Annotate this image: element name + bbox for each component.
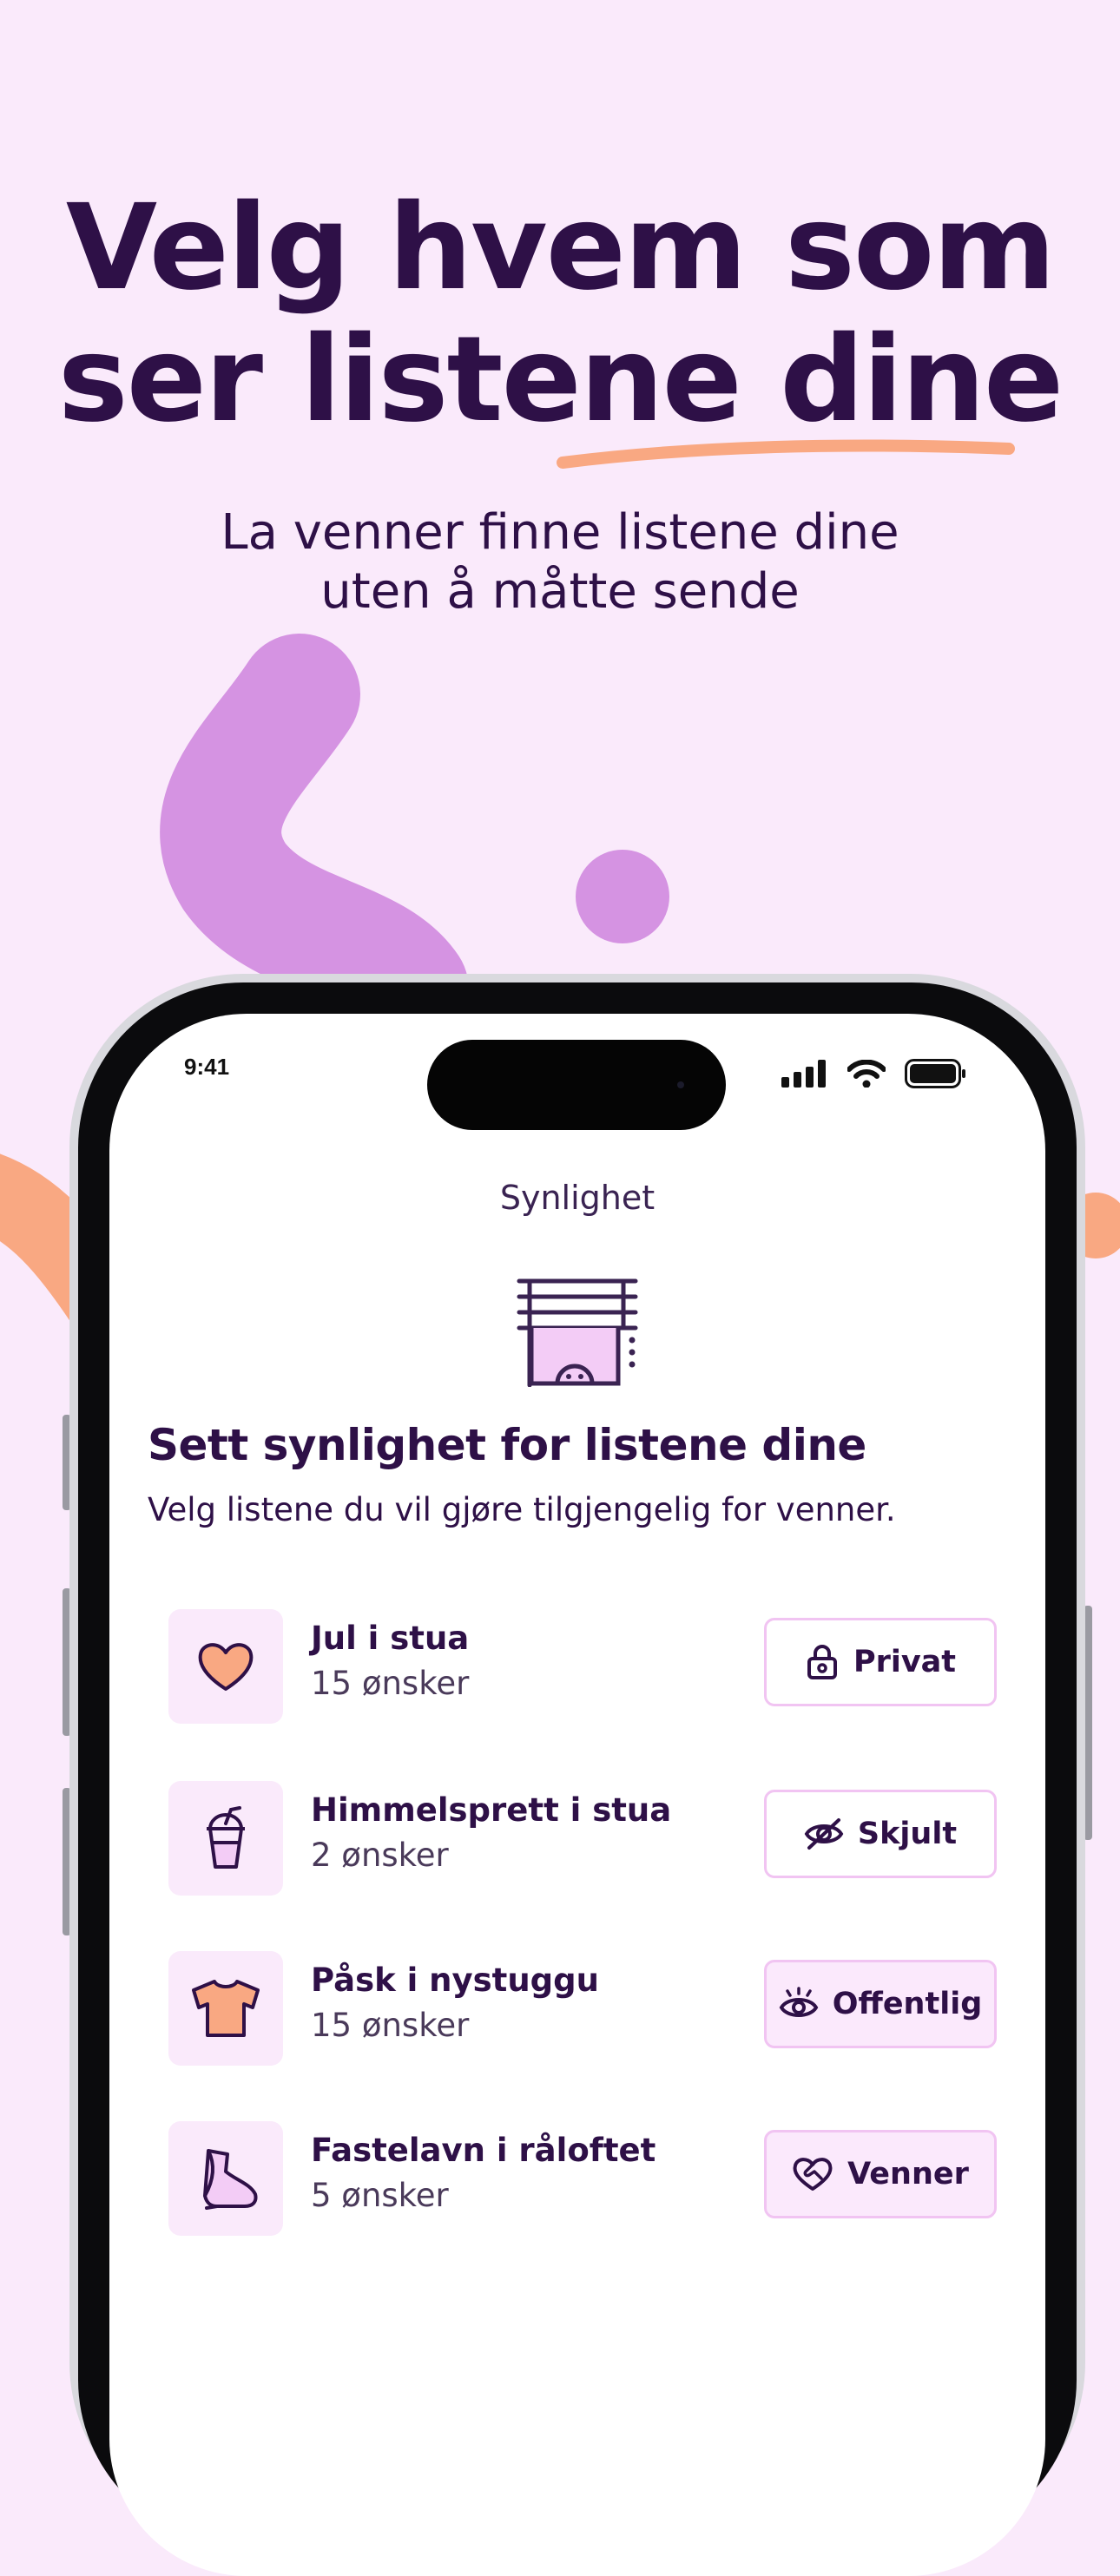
cup-icon: [207, 1806, 245, 1869]
list-thumbnail: [168, 1781, 283, 1896]
tshirt-icon: [192, 1980, 260, 2037]
screen-title: Synlighet: [499, 1179, 656, 1217]
battery-icon: [905, 1059, 965, 1088]
signal-icon: [781, 1060, 826, 1088]
headline: Velg hvem som ser listene dine: [0, 182, 1120, 446]
camera-dot: [677, 1081, 684, 1088]
status-time: 9:41: [184, 1054, 230, 1080]
section-title: Sett synlighet for listene dine: [148, 1420, 866, 1470]
list-thumbnail: [168, 1609, 283, 1724]
list-name: Himmelsprett i stua: [311, 1791, 672, 1829]
list-item[interactable]: Fastelavn i råloftet 5 ønsker Venner: [168, 2121, 1002, 2243]
list-item[interactable]: Påsk i nystuggu 15 ønsker Offentlig: [168, 1951, 1002, 2073]
list-wish-count: 15 ønsker: [311, 1665, 470, 1702]
wifi-icon: [847, 1060, 886, 1088]
list-thumbnail: [168, 1951, 283, 2066]
eye-icon: [779, 1987, 819, 2017]
headline-line-1: Velg hvem som: [65, 180, 1056, 317]
visibility-label: Offentlig: [832, 1987, 983, 2021]
visibility-button-skjult[interactable]: Skjult: [764, 1790, 997, 1878]
blinds-window-icon: [517, 1278, 638, 1387]
visibility-label: Venner: [847, 2157, 969, 2192]
visibility-button-venner[interactable]: Venner: [764, 2130, 997, 2218]
list-thumbnail: [168, 2121, 283, 2236]
phone-screen: 9:41 Synlighet Sett synlighet for listen…: [109, 1014, 1045, 2576]
list-wish-count: 2 ønsker: [311, 1837, 449, 1874]
headline-underline: [557, 439, 1015, 469]
subheadline: La venner finne listene dine uten å mått…: [0, 503, 1120, 621]
subheadline-line-2: uten å måtte sende: [320, 563, 800, 620]
visibility-label: Privat: [853, 1645, 957, 1679]
list-item[interactable]: Himmelsprett i stua 2 ønsker Skjult: [168, 1781, 1002, 1902]
list-name: Påsk i nystuggu: [311, 1962, 599, 1999]
visibility-button-privat[interactable]: Privat: [764, 1618, 997, 1706]
section-subtitle: Velg listene du vil gjøre tilgjengelig f…: [148, 1491, 896, 1528]
heart-icon: [198, 1643, 254, 1691]
purple-squiggle-blob: [160, 634, 469, 1050]
eye-off-icon: [804, 1818, 844, 1850]
dynamic-island: [427, 1040, 726, 1130]
list-name: Fastelavn i råloftet: [311, 2132, 656, 2169]
subheadline-line-1: La venner finne listene dine: [221, 504, 899, 561]
list-wish-count: 5 ønsker: [311, 2177, 449, 2214]
lock-icon: [807, 1645, 837, 1679]
list-name: Jul i stua: [311, 1620, 470, 1657]
shoe-icon: [203, 2149, 258, 2210]
heart-handshake-icon: [793, 2158, 833, 2191]
status-icons: [781, 1059, 967, 1088]
list-wish-count: 15 ønsker: [311, 2007, 470, 2044]
visibility-button-offentlig[interactable]: Offentlig: [764, 1960, 997, 2048]
headline-line-2: ser listene dine: [57, 312, 1064, 449]
visibility-label: Skjult: [857, 1817, 958, 1851]
list-item[interactable]: Jul i stua 15 ønsker Privat: [168, 1609, 1002, 1731]
purple-dot: [576, 850, 669, 943]
